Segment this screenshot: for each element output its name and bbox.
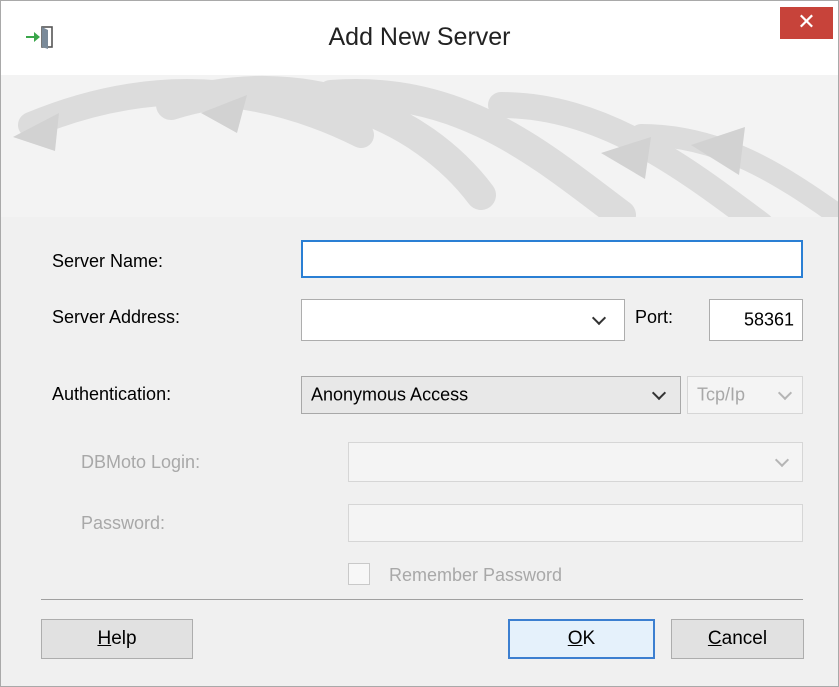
cancel-button[interactable]: Cancel [671, 619, 804, 659]
remember-password-checkbox[interactable] [348, 563, 370, 585]
authentication-value: Anonymous Access [311, 384, 469, 405]
chevron-down-icon [651, 385, 667, 401]
port-label: Port: [635, 307, 674, 327]
port-value: 58361 [743, 309, 794, 330]
close-button[interactable]: ✕ [780, 7, 833, 39]
server-address-combobox[interactable] [301, 299, 625, 341]
remember-password-label[interactable]: Remember Password [389, 565, 562, 586]
ok-button[interactable]: OK [508, 619, 655, 659]
server-name-input[interactable] [301, 240, 803, 278]
authentication-label: Authentication: [52, 384, 172, 404]
protocol-value: Tcp/Ip [697, 384, 746, 405]
window-title: Add New Server [328, 23, 511, 51]
chevron-down-icon [777, 385, 793, 401]
server-address-label: Server Address: [52, 307, 181, 327]
password-input[interactable] [348, 504, 803, 542]
header-banner [1, 75, 838, 217]
password-label: Password: [81, 513, 166, 533]
title-bar: Add New Server ✕ [1, 1, 838, 75]
help-button[interactable]: Help [41, 619, 193, 659]
port-input[interactable]: 58361 [709, 299, 803, 341]
dbmoto-login-combobox[interactable] [348, 442, 803, 482]
add-new-server-dialog: Add New Server ✕ Server Name: Server Add… [0, 0, 839, 687]
chevron-down-icon [591, 310, 607, 326]
protocol-dropdown[interactable]: Tcp/Ip [687, 376, 803, 414]
chevron-down-icon [774, 452, 790, 468]
footer-divider [41, 599, 803, 600]
dbmoto-login-label: DBMoto Login: [81, 452, 201, 472]
authentication-dropdown[interactable]: Anonymous Access [301, 376, 681, 414]
arrows-banner-graphic [13, 75, 838, 217]
close-icon: ✕ [797, 9, 816, 34]
server-name-label: Server Name: [52, 251, 164, 271]
